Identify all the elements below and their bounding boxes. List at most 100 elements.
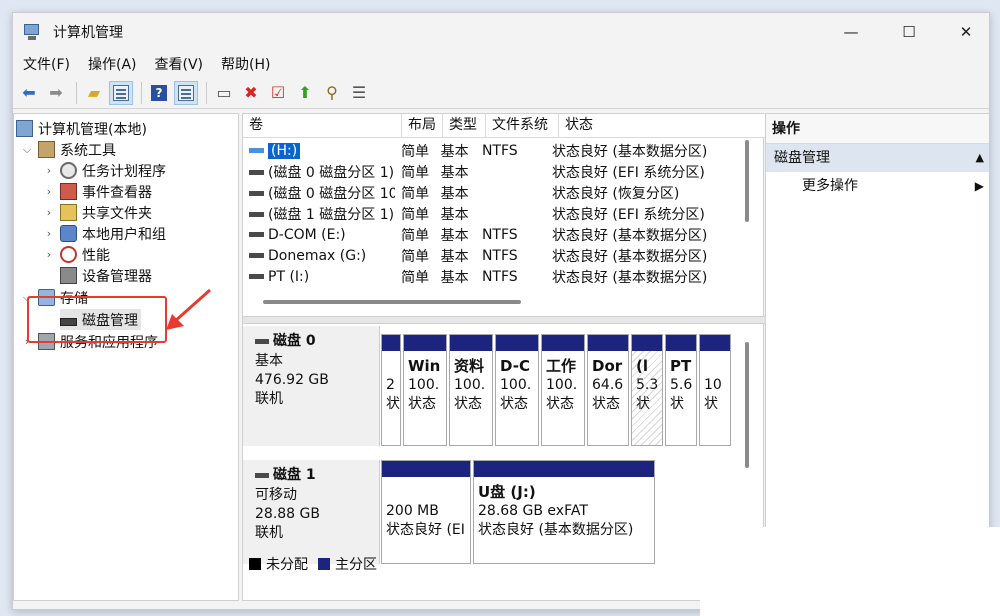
disk0-state: 联机	[255, 391, 283, 407]
disk0-label[interactable]: 磁盘 0 基本 476.92 GB 联机	[243, 326, 380, 446]
col-layout[interactable]: 布局	[402, 114, 443, 138]
disk-icon	[255, 339, 269, 344]
chevron-right-icon[interactable]: ›	[42, 206, 56, 219]
tools-icon	[38, 141, 55, 158]
tree-task-scheduler[interactable]: › 任务计划程序	[42, 160, 166, 181]
disk1-partition[interactable]: U盘 (J:) 28.68 GB exFAT 状态良好 (基本数据分区)	[473, 460, 655, 564]
tree-system-tools[interactable]: ⌵ 系统工具	[20, 139, 116, 160]
help-icon[interactable]: ?	[147, 81, 171, 105]
volume-row[interactable]: D-COM (E:) 简单 基本 NTFS 状态良好 (基本数据分区)	[243, 224, 743, 245]
partition-name: 资料	[454, 357, 485, 375]
volume-icon	[249, 253, 264, 258]
disk0-partition[interactable]: D-C 100. 状态	[495, 334, 539, 446]
disk1-partition[interactable]: 200 MB 状态良好 (EI	[381, 460, 471, 564]
volume-list-header: 卷 布局 类型 文件系统 状态	[243, 114, 765, 138]
chevron-right-icon[interactable]: ›	[42, 164, 56, 177]
col-status[interactable]: 状态	[559, 114, 765, 138]
partition-size: 100.	[500, 377, 532, 393]
volume-status-cell: 状态良好 (EFI 系统分区)	[551, 164, 705, 181]
disk0-partition[interactable]: PT 5.6 状	[665, 334, 697, 446]
delete-icon[interactable]: ✖	[239, 81, 263, 105]
volume-name-cell: PT (I:)	[243, 269, 395, 285]
close-button[interactable]: ✕	[943, 13, 989, 51]
volume-row[interactable]: (磁盘 0 磁盘分区 1) 简单 基本 状态良好 (EFI 系统分区)	[243, 161, 743, 182]
disk0-partition[interactable]: 10 状	[699, 334, 731, 446]
disk0-partition[interactable]: 2状	[381, 334, 401, 446]
menu-help[interactable]: 帮助(H)	[221, 54, 270, 74]
menu-action[interactable]: 操作(A)	[88, 54, 137, 74]
partition-size: 5.6	[670, 377, 693, 393]
partition-name	[386, 483, 470, 502]
device-manager-icon	[60, 267, 77, 284]
partition-text: 200 MB 状态良好 (EI	[382, 477, 470, 540]
col-type[interactable]: 类型	[443, 114, 486, 138]
volume-name: PT (I:)	[268, 268, 310, 285]
volume-fs-cell: NTFS	[481, 247, 518, 264]
partition-type-bar	[700, 335, 730, 351]
disk1-label[interactable]: 磁盘 1 可移动 28.88 GB 联机	[243, 460, 380, 564]
volume-list-horizontal-scrollbar[interactable]	[263, 300, 521, 304]
menu-file[interactable]: 文件(F)	[23, 54, 70, 74]
volume-name: (磁盘 0 磁盘分区 10)	[268, 185, 396, 202]
tree-event-viewer[interactable]: › 事件查看器	[42, 181, 152, 202]
title-bar[interactable]: 计算机管理 — ☐ ✕	[13, 13, 989, 51]
disk0-partition[interactable]: 工作 100. 状态	[541, 334, 585, 446]
volume-row[interactable]: (磁盘 0 磁盘分区 10) 简单 基本 状态良好 (恢复分区)	[243, 182, 743, 203]
chevron-down-icon[interactable]: ⌵	[20, 143, 34, 157]
volume-name-cell: Donemax (G:)	[243, 248, 395, 264]
volume-layout-cell: 简单	[401, 227, 430, 244]
col-volume[interactable]: 卷	[243, 114, 402, 138]
disk0-partition[interactable]: (l 5.3 状	[631, 334, 663, 446]
volume-row[interactable]: PT (I:) 简单 基本 NTFS 状态良好 (基本数据分区)	[243, 266, 743, 287]
tree-system-tools-label: 系统工具	[60, 142, 116, 159]
volume-row[interactable]: (磁盘 1 磁盘分区 1) 简单 基本 状态良好 (EFI 系统分区)	[243, 203, 743, 224]
up-folder-icon[interactable]: ▰	[82, 81, 106, 105]
search-icon[interactable]: ⚲	[320, 81, 344, 105]
chevron-right-icon[interactable]: ›	[42, 185, 56, 198]
disk0-partition[interactable]: 资料 100. 状态	[449, 334, 493, 446]
toolbar: ⬅ ➡ ▰ ? ▭ ✖ ☑ ⬆ ⚲ ☰	[13, 77, 989, 109]
volume-row[interactable]: Donemax (G:) 简单 基本 NTFS 状态良好 (基本数据分区)	[243, 245, 743, 266]
tree-shared-folders[interactable]: › 共享文件夹	[42, 202, 152, 223]
tree-root[interactable]: 计算机管理(本地)	[16, 118, 147, 139]
tree-local-users[interactable]: › 本地用户和组	[42, 223, 166, 244]
pane-splitter[interactable]	[243, 316, 765, 324]
list-view-icon[interactable]: ☰	[347, 81, 371, 105]
volume-list-vertical-scrollbar[interactable]	[745, 140, 749, 222]
partition-name: 工作	[546, 357, 577, 375]
more-actions-item[interactable]: 更多操作 ▶	[766, 172, 989, 200]
disk1-name: 磁盘 1	[273, 467, 316, 483]
partition-type-bar	[588, 335, 628, 351]
connect-icon[interactable]: ▭	[212, 81, 236, 105]
show-hide-tree-icon[interactable]	[109, 80, 133, 105]
forward-arrow-icon[interactable]: ➡	[44, 81, 68, 105]
properties-check-icon[interactable]: ☑	[266, 81, 290, 105]
tree-task-scheduler-label: 任务计划程序	[82, 163, 166, 180]
menu-view[interactable]: 查看(V)	[155, 54, 204, 74]
export-up-icon[interactable]: ⬆	[293, 81, 317, 105]
volume-name: (磁盘 1 磁盘分区 1)	[268, 206, 395, 223]
partition-type-bar	[382, 335, 400, 351]
disk1-state: 联机	[255, 525, 283, 541]
disk1-kind: 可移动	[255, 487, 297, 503]
disk-map-vertical-scrollbar[interactable]	[745, 342, 749, 468]
partition-status: 状	[636, 396, 650, 412]
actions-section-disk-management[interactable]: 磁盘管理 ▲	[766, 144, 989, 172]
volume-layout-cell: 简单	[401, 143, 430, 160]
tree-device-manager[interactable]: 设备管理器	[60, 265, 152, 286]
minimize-button[interactable]: —	[828, 13, 874, 51]
partition-type-bar	[542, 335, 584, 351]
volume-row[interactable]: (H:) 简单 基本 NTFS 状态良好 (基本数据分区)	[243, 140, 743, 161]
chevron-right-icon[interactable]: ›	[42, 248, 56, 261]
col-filesystem[interactable]: 文件系统	[486, 114, 559, 138]
tree-performance[interactable]: › 性能	[42, 244, 110, 265]
back-arrow-icon[interactable]: ⬅	[17, 81, 41, 105]
chevron-right-icon[interactable]: ›	[42, 227, 56, 240]
partition-name: Dor	[592, 357, 623, 375]
collapse-triangle-icon[interactable]: ▲	[976, 144, 984, 172]
show-hide-action-pane-icon[interactable]	[174, 80, 198, 105]
disk0-partition[interactable]: Win 100. 状态	[403, 334, 447, 446]
tree-event-viewer-label: 事件查看器	[82, 184, 152, 201]
disk0-partition[interactable]: Dor 64.6 状态	[587, 334, 629, 446]
maximize-button[interactable]: ☐	[886, 13, 932, 51]
